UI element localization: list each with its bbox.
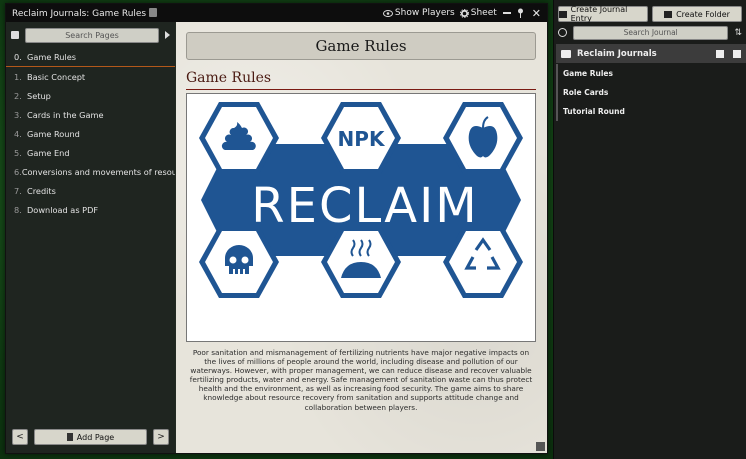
heading-divider bbox=[186, 89, 536, 90]
folder-icon bbox=[664, 10, 673, 18]
collapse-sidebar-icon[interactable] bbox=[165, 31, 170, 39]
window-title: Reclaim Journals: Game Rules bbox=[12, 7, 378, 19]
folder-name: Reclaim Journals bbox=[577, 48, 657, 59]
page-item-game-rules[interactable]: 0. Game Rules bbox=[6, 48, 175, 67]
pin-icon[interactable] bbox=[517, 8, 524, 18]
previous-page-button[interactable]: < bbox=[12, 429, 28, 445]
create-journal-entry-button[interactable]: Create Journal Entry bbox=[558, 5, 648, 23]
note-icon bbox=[11, 31, 19, 39]
reclaim-logo-image: NPK RECLAIM bbox=[186, 93, 536, 342]
pages-sidebar: Search Pages 0. Game Rules 1. Basic Concep… bbox=[6, 22, 175, 453]
sheet-button[interactable]: Sheet bbox=[459, 8, 497, 18]
skull-icon bbox=[225, 245, 253, 274]
page-item-cards[interactable]: 3. Cards in the Game bbox=[6, 105, 175, 124]
add-entry-icon[interactable] bbox=[733, 49, 741, 58]
journal-entry-role-cards[interactable]: Role Cards bbox=[558, 83, 746, 102]
close-button[interactable]: ✕ bbox=[532, 8, 541, 19]
page-item-game-end[interactable]: 5. Game End bbox=[6, 143, 175, 162]
page-item-setup[interactable]: 2. Setup bbox=[6, 86, 175, 105]
minimize-button[interactable] bbox=[502, 12, 511, 14]
book-icon bbox=[559, 10, 567, 18]
reclaim-logo-text: RECLAIM bbox=[251, 178, 478, 234]
journal-entry-tutorial-round[interactable]: Tutorial Round bbox=[558, 102, 746, 121]
search-pages-input[interactable]: Search Pages bbox=[25, 27, 159, 43]
sort-icon[interactable]: ⇅ bbox=[734, 28, 742, 38]
intro-paragraph: Poor sanitation and mismanagement of fer… bbox=[189, 348, 533, 412]
page-title[interactable]: Game Rules bbox=[186, 32, 536, 60]
page-item-basic-concept[interactable]: 1. Basic Concept bbox=[6, 67, 175, 86]
resize-handle[interactable] bbox=[536, 442, 545, 451]
sheet-label: Sheet bbox=[470, 8, 497, 18]
page-item-credits[interactable]: 7. Credits bbox=[6, 181, 175, 200]
folder-open-icon bbox=[561, 49, 571, 58]
journal-content: Game Rules Game Rules NPK RECLAIM Poor s… bbox=[176, 22, 547, 453]
search-icon bbox=[558, 28, 567, 37]
window-titlebar[interactable]: Reclaim Journals: Game Rules Show Player… bbox=[6, 4, 547, 22]
page-heading: Game Rules bbox=[186, 70, 272, 86]
create-folder-button[interactable]: Create Folder bbox=[652, 6, 742, 22]
journal-entries-list: Game Rules Role Cards Tutorial Round bbox=[556, 64, 746, 121]
folder-reclaim-journals[interactable]: Reclaim Journals bbox=[556, 44, 746, 63]
document-icon bbox=[149, 7, 158, 17]
next-page-button[interactable]: > bbox=[153, 429, 169, 445]
page-item-game-round[interactable]: 4. Game Round bbox=[6, 124, 175, 143]
page-item-download-pdf[interactable]: 8. Download as PDF bbox=[6, 200, 175, 219]
npk-text: NPK bbox=[338, 127, 386, 151]
journal-directory-sidebar: Create Journal Entry Create Folder Searc… bbox=[553, 0, 746, 459]
journal-entry-game-rules[interactable]: Game Rules bbox=[558, 64, 746, 83]
add-page-button[interactable]: Add Page bbox=[34, 429, 147, 445]
search-journal-input[interactable]: Search Journal bbox=[573, 25, 729, 40]
page-icon bbox=[66, 433, 73, 441]
page-list: 0. Game Rules 1. Basic Concept 2. Setup 3. C… bbox=[6, 48, 175, 219]
journal-window: Reclaim Journals: Game Rules Show Player… bbox=[5, 3, 548, 454]
gear-icon bbox=[459, 8, 469, 18]
eye-icon bbox=[382, 9, 393, 17]
show-players-label: Show Players bbox=[394, 8, 455, 18]
add-subfolder-icon[interactable] bbox=[716, 49, 724, 58]
show-players-button[interactable]: Show Players bbox=[382, 8, 455, 18]
page-item-conversions[interactable]: 6.Conversions and movements of resourc..… bbox=[6, 162, 175, 181]
